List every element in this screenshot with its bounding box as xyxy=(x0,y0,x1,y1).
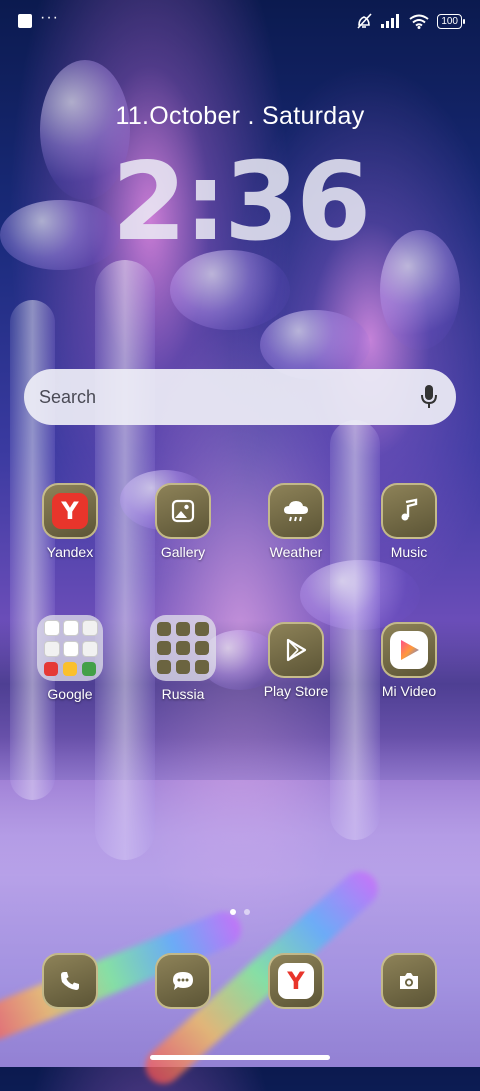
app-yandex[interactable]: Y Yandex xyxy=(20,483,120,560)
page-indicator xyxy=(0,909,480,915)
gallery-icon[interactable] xyxy=(155,483,211,539)
status-bar: ··· 100 xyxy=(0,0,480,42)
messages-icon[interactable] xyxy=(155,953,211,1009)
folder-google[interactable]: Google xyxy=(20,615,120,702)
dock-yandex-browser[interactable]: Y xyxy=(246,953,346,1009)
yandex-browser-icon[interactable]: Y xyxy=(268,953,324,1009)
folder-icon[interactable] xyxy=(150,615,216,681)
folder-icon[interactable] xyxy=(37,615,103,681)
clock-widget[interactable]: 2:36 xyxy=(0,140,480,265)
search-bar[interactable]: Search xyxy=(24,369,456,425)
play-store-icon[interactable] xyxy=(268,622,324,678)
more-notifications-icon: ··· xyxy=(40,9,59,26)
app-play-store[interactable]: Play Store xyxy=(246,622,346,699)
battery-icon: 100 xyxy=(437,13,465,29)
microphone-icon[interactable] xyxy=(420,384,438,410)
app-label: Mi Video xyxy=(381,683,437,699)
dock-messages[interactable] xyxy=(133,953,233,1009)
mi-video-icon[interactable] xyxy=(381,622,437,678)
dock-phone[interactable] xyxy=(20,953,120,1009)
app-music[interactable]: Music xyxy=(359,483,459,560)
app-mi-video[interactable]: Mi Video xyxy=(359,622,459,699)
weather-icon[interactable] xyxy=(268,483,324,539)
app-gallery[interactable]: Gallery xyxy=(133,483,233,560)
dock-camera[interactable] xyxy=(359,953,459,1009)
app-label: Yandex xyxy=(46,544,94,560)
app-label: Gallery xyxy=(160,544,206,560)
page-dot xyxy=(244,909,250,915)
app-label: Russia xyxy=(161,686,205,702)
folder-russia[interactable]: Russia xyxy=(133,615,233,702)
wifi-icon xyxy=(409,14,429,29)
phone-icon[interactable] xyxy=(42,953,98,1009)
app-label: Music xyxy=(390,544,428,560)
app-label: Play Store xyxy=(263,683,329,699)
signal-icon xyxy=(381,14,400,28)
home-gesture-bar[interactable] xyxy=(150,1055,330,1060)
date-label: 11.October . Saturday xyxy=(115,102,365,130)
app-weather[interactable]: Weather xyxy=(246,483,346,560)
notification-icon xyxy=(18,14,32,28)
yandex-icon[interactable]: Y xyxy=(42,483,98,539)
alarm-off-icon xyxy=(357,13,372,29)
music-icon[interactable] xyxy=(381,483,437,539)
app-label: Google xyxy=(47,686,93,702)
app-label: Weather xyxy=(269,544,323,560)
camera-icon[interactable] xyxy=(381,953,437,1009)
search-placeholder: Search xyxy=(39,386,97,407)
page-dot-active xyxy=(230,909,236,915)
